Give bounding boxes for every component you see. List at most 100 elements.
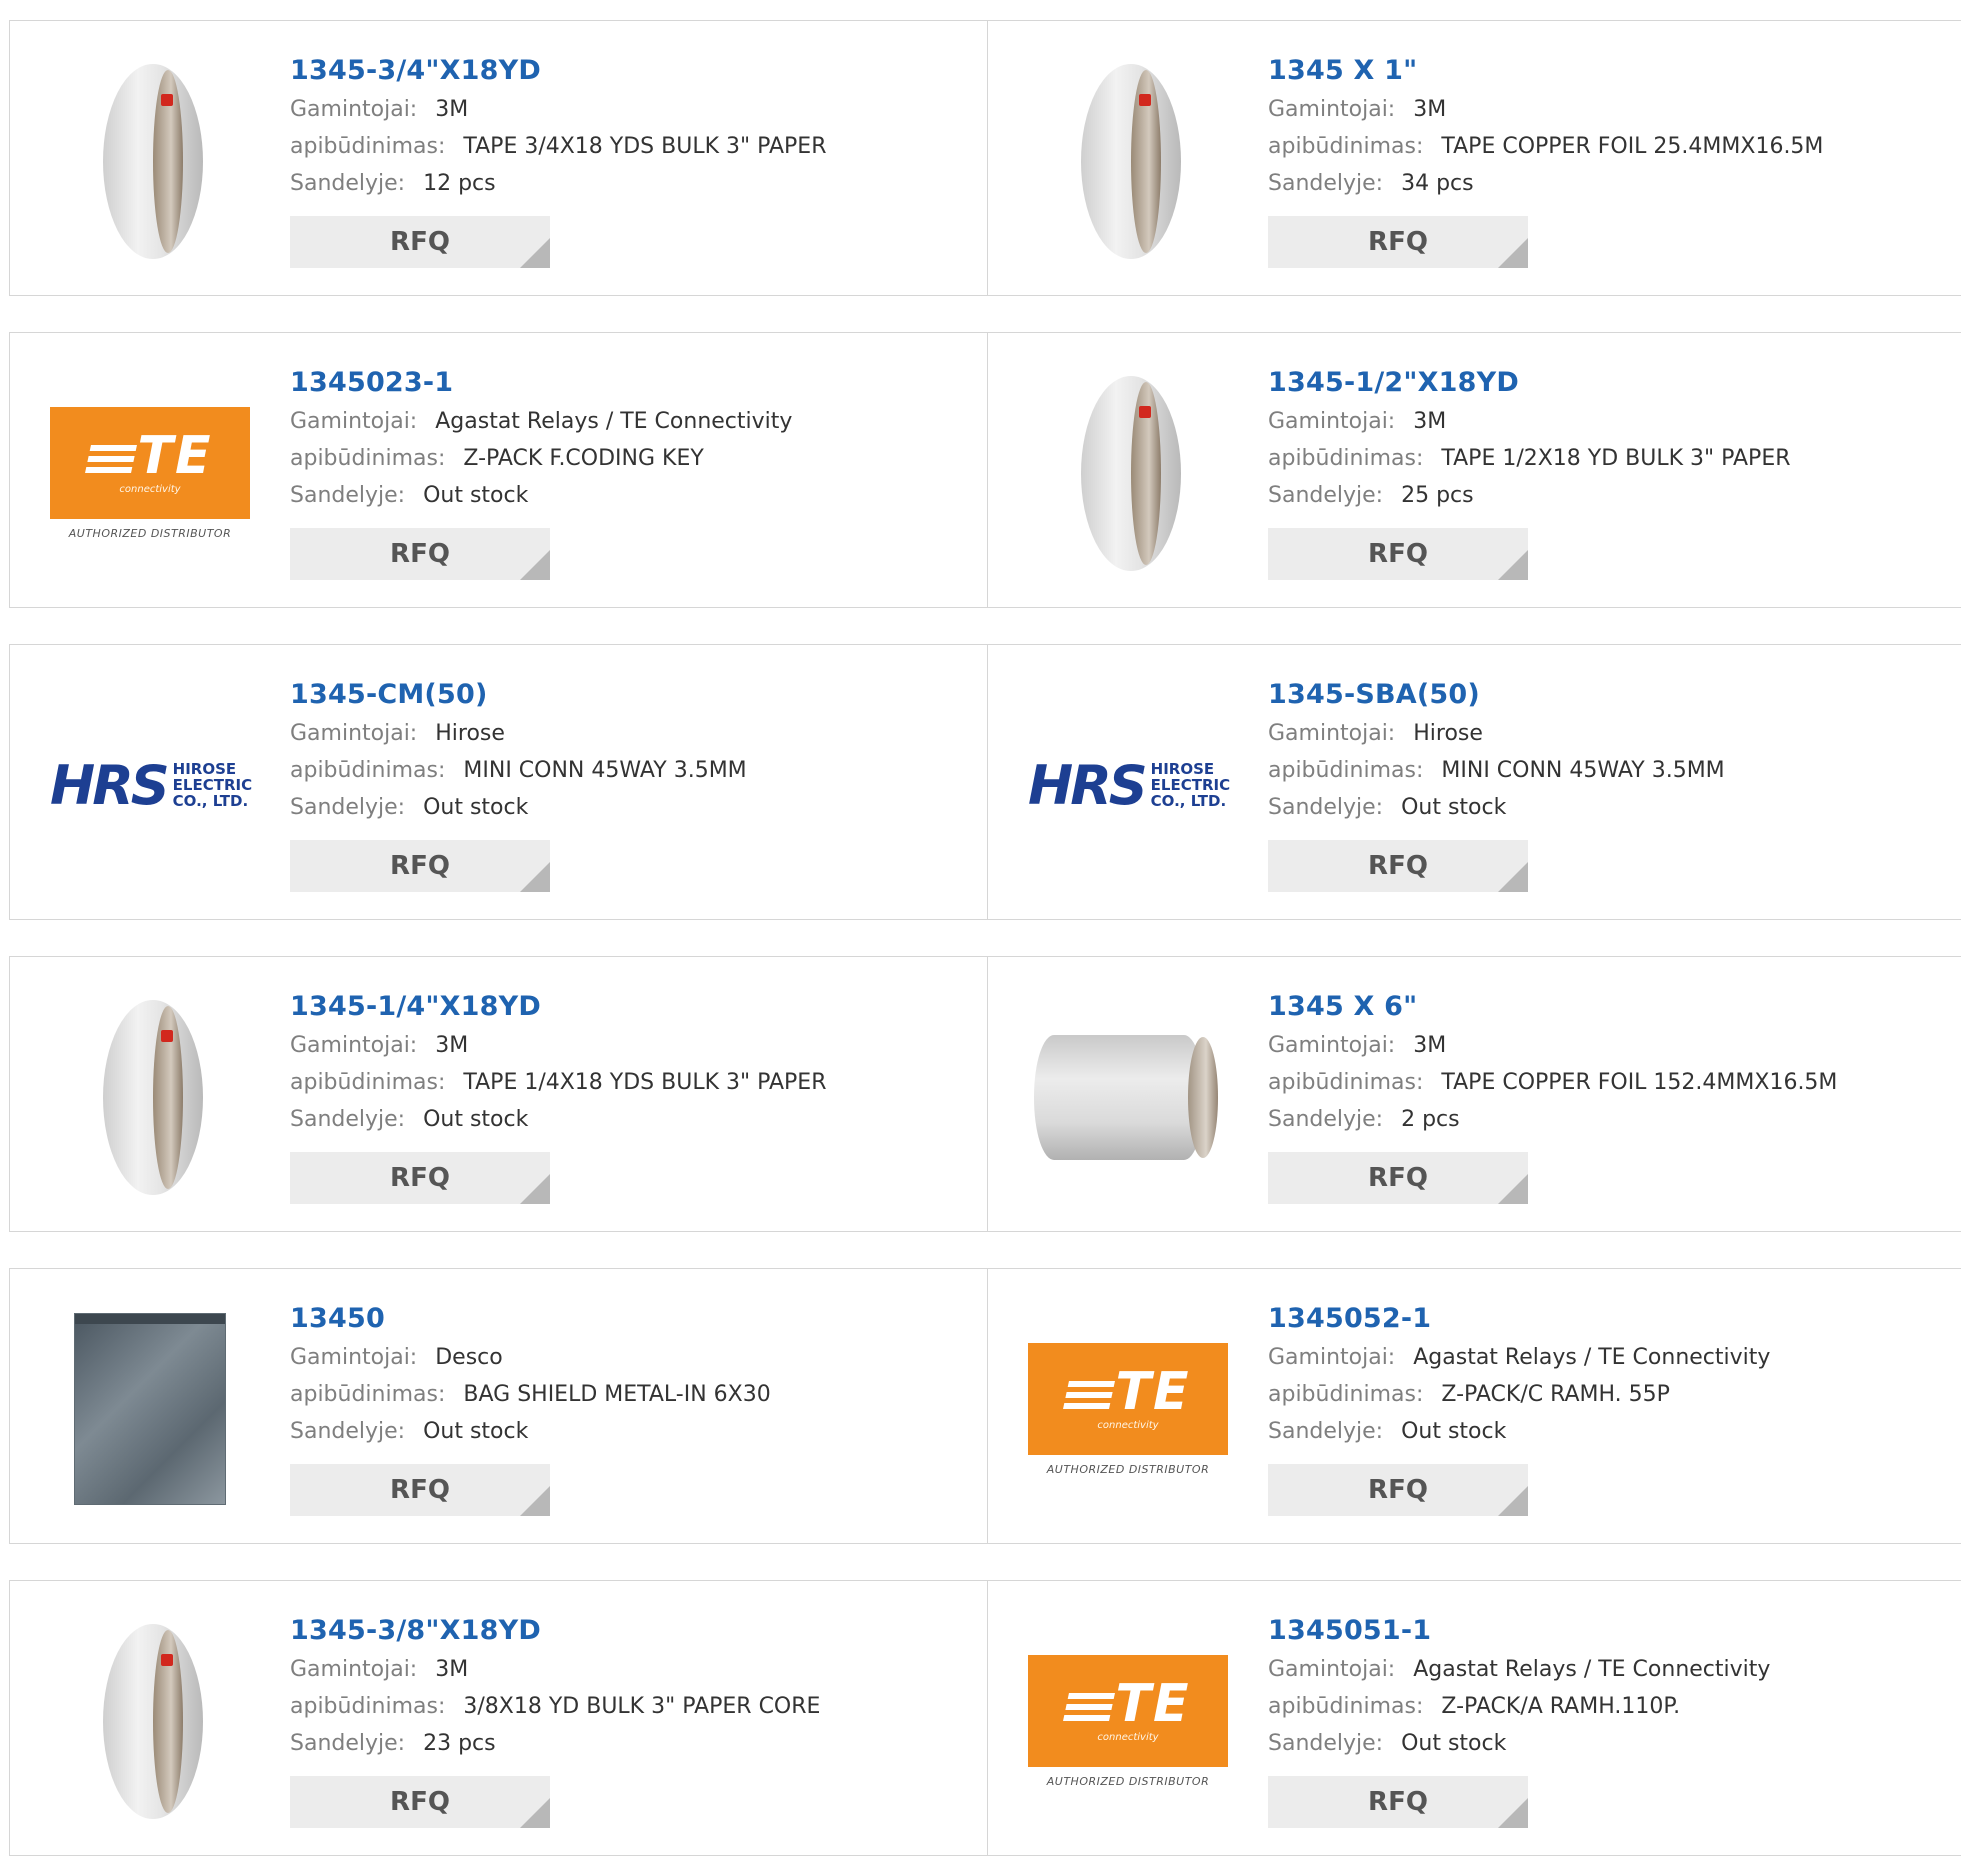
product-info: 1345-1/4"X18YD Gamintojai: 3M apibūdinimas:… bbox=[290, 987, 826, 1204]
product-card: HRS HIROSE ELECTRIC CO., LTD. 1345-CM(50) Gam… bbox=[9, 644, 989, 920]
product-card: TE connectivity AUTHORIZED DISTRIBUTOR 1345… bbox=[987, 1268, 1961, 1544]
manufacturer-value: Desco bbox=[435, 1345, 503, 1370]
product-card: TE connectivity AUTHORIZED DISTRIBUTOR 1345… bbox=[9, 332, 989, 608]
description-row: apibūdinimas: TAPE 1/2X18 YD BULK 3" PAPE… bbox=[1268, 440, 1791, 477]
product-image[interactable] bbox=[50, 61, 250, 261]
stock-label: Sandelyje: bbox=[290, 171, 406, 196]
product-image[interactable]: HRS HIROSE ELECTRIC CO., LTD. bbox=[1028, 685, 1231, 885]
part-number-link[interactable]: 1345051-1 bbox=[1268, 1611, 1770, 1651]
stock-label: Sandelyje: bbox=[1268, 1419, 1384, 1444]
rfq-button[interactable]: RFQ bbox=[1268, 528, 1528, 580]
product-image[interactable] bbox=[50, 1621, 250, 1821]
part-number-link[interactable]: 1345-SBA(50) bbox=[1268, 675, 1725, 715]
rfq-button[interactable]: RFQ bbox=[1268, 840, 1528, 892]
part-number-link[interactable]: 1345-1/4"X18YD bbox=[290, 987, 826, 1027]
manufacturer-label: Gamintojai: bbox=[290, 721, 418, 746]
rfq-button[interactable]: RFQ bbox=[290, 216, 550, 268]
stock-row: Sandelyje: 23 pcs bbox=[290, 1725, 820, 1762]
rfq-button[interactable]: RFQ bbox=[1268, 216, 1528, 268]
stock-value: 12 pcs bbox=[423, 171, 496, 196]
product-info: 1345023-1 Gamintojai: Agastat Relays / TE … bbox=[290, 363, 792, 580]
manufacturer-label: Gamintojai: bbox=[290, 1033, 418, 1058]
description-row: apibūdinimas: Z-PACK F.CODING KEY bbox=[290, 440, 792, 477]
stock-label: Sandelyje: bbox=[1268, 1731, 1384, 1756]
te-logo: TE connectivity AUTHORIZED DISTRIBUTOR bbox=[1028, 1342, 1228, 1476]
stock-value: Out stock bbox=[423, 483, 529, 508]
hrs-logo: HRS HIROSE ELECTRIC CO., LTD. bbox=[1028, 753, 1231, 817]
manufacturer-value: Agastat Relays / TE Connectivity bbox=[435, 409, 793, 434]
part-number-link[interactable]: 1345-3/8"X18YD bbox=[290, 1611, 820, 1651]
tape-roll-icon bbox=[1073, 63, 1183, 259]
product-card: HRS HIROSE ELECTRIC CO., LTD. 1345-SBA(50) Ga… bbox=[987, 644, 1961, 920]
description-row: apibūdinimas: BAG SHIELD METAL-IN 6X30 bbox=[290, 1376, 771, 1413]
product-card: 1345 X 1" Gamintojai: 3M apibūdinimas: TAPE … bbox=[987, 20, 1961, 296]
rfq-button[interactable]: RFQ bbox=[290, 1152, 550, 1204]
product-image[interactable] bbox=[50, 1309, 250, 1509]
manufacturer-row: Gamintojai: 3M bbox=[290, 1027, 826, 1064]
product-image[interactable]: TE connectivity AUTHORIZED DISTRIBUTOR bbox=[50, 373, 250, 573]
stock-value: Out stock bbox=[1401, 795, 1507, 820]
rfq-button[interactable]: RFQ bbox=[1268, 1464, 1528, 1516]
rfq-button[interactable]: RFQ bbox=[290, 1464, 550, 1516]
description-value: TAPE 1/4X18 YDS BULK 3" PAPER bbox=[463, 1070, 827, 1095]
product-image[interactable]: TE connectivity AUTHORIZED DISTRIBUTOR bbox=[1028, 1621, 1228, 1821]
part-number-link[interactable]: 1345 X 1" bbox=[1268, 51, 1823, 91]
rfq-button[interactable]: RFQ bbox=[1268, 1152, 1528, 1204]
stock-label: Sandelyje: bbox=[290, 795, 406, 820]
part-number-link[interactable]: 13450 bbox=[290, 1299, 771, 1339]
product-info: 1345051-1 Gamintojai: Agastat Relays / TE … bbox=[1268, 1611, 1770, 1828]
part-number-link[interactable]: 1345-3/4"X18YD bbox=[290, 51, 826, 91]
product-image[interactable]: TE connectivity AUTHORIZED DISTRIBUTOR bbox=[1028, 1309, 1228, 1509]
part-number-link[interactable]: 1345023-1 bbox=[290, 363, 792, 403]
description-label: apibūdinimas: bbox=[1268, 1694, 1424, 1719]
part-number-link[interactable]: 1345-1/2"X18YD bbox=[1268, 363, 1791, 403]
description-row: apibūdinimas: TAPE COPPER FOIL 152.4MMX16… bbox=[1268, 1064, 1837, 1101]
rfq-button[interactable]: RFQ bbox=[290, 1776, 550, 1828]
stock-row: Sandelyje: 2 pcs bbox=[1268, 1101, 1837, 1138]
product-image[interactable] bbox=[1028, 997, 1228, 1197]
manufacturer-value: 3M bbox=[1413, 1033, 1447, 1058]
description-row: apibūdinimas: TAPE 3/4X18 YDS BULK 3" PAP… bbox=[290, 128, 826, 165]
stock-row: Sandelyje: Out stock bbox=[290, 1101, 826, 1138]
product-image[interactable] bbox=[1028, 61, 1228, 261]
manufacturer-label: Gamintojai: bbox=[1268, 721, 1396, 746]
manufacturer-row: Gamintojai: 3M bbox=[1268, 91, 1823, 128]
rfq-button[interactable]: RFQ bbox=[290, 840, 550, 892]
product-info: 1345052-1 Gamintojai: Agastat Relays / TE … bbox=[1268, 1299, 1770, 1516]
shield-bag-icon bbox=[74, 1313, 226, 1505]
manufacturer-row: Gamintojai: Hirose bbox=[290, 715, 747, 752]
product-card: 1345-1/4"X18YD Gamintojai: 3M apibūdinimas:… bbox=[9, 956, 989, 1232]
stock-label: Sandelyje: bbox=[290, 483, 406, 508]
hrs-logo: HRS HIROSE ELECTRIC CO., LTD. bbox=[50, 753, 253, 817]
product-grid: 1345-3/4"X18YD Gamintojai: 3M apibūdinimas:… bbox=[0, 0, 1961, 1856]
manufacturer-label: Gamintojai: bbox=[1268, 97, 1396, 122]
product-card: 1345-3/4"X18YD Gamintojai: 3M apibūdinimas:… bbox=[9, 20, 989, 296]
product-image[interactable] bbox=[1028, 373, 1228, 573]
product-image[interactable]: HRS HIROSE ELECTRIC CO., LTD. bbox=[50, 685, 253, 885]
product-info: 1345-1/2"X18YD Gamintojai: 3M apibūdinimas:… bbox=[1268, 363, 1791, 580]
rfq-button[interactable]: RFQ bbox=[290, 528, 550, 580]
description-row: apibūdinimas: Z-PACK/C RAMH. 55P bbox=[1268, 1376, 1770, 1413]
stock-value: Out stock bbox=[423, 1107, 529, 1132]
stock-label: Sandelyje: bbox=[1268, 1107, 1384, 1132]
tape-roll-icon bbox=[95, 1623, 205, 1819]
product-card: 1345-3/8"X18YD Gamintojai: 3M apibūdinimas:… bbox=[9, 1580, 989, 1856]
stock-row: Sandelyje: Out stock bbox=[290, 789, 747, 826]
rfq-button[interactable]: RFQ bbox=[1268, 1776, 1528, 1828]
manufacturer-row: Gamintojai: 3M bbox=[1268, 403, 1791, 440]
manufacturer-label: Gamintojai: bbox=[1268, 1345, 1396, 1370]
stock-label: Sandelyje: bbox=[1268, 171, 1384, 196]
wide-tape-icon bbox=[1028, 1034, 1228, 1160]
part-number-link[interactable]: 1345 X 6" bbox=[1268, 987, 1837, 1027]
product-image[interactable] bbox=[50, 997, 250, 1197]
part-number-link[interactable]: 1345052-1 bbox=[1268, 1299, 1770, 1339]
part-number-link[interactable]: 1345-CM(50) bbox=[290, 675, 747, 715]
stock-label: Sandelyje: bbox=[290, 1419, 406, 1444]
description-row: apibūdinimas: TAPE COPPER FOIL 25.4MMX16.… bbox=[1268, 128, 1823, 165]
description-value: MINI CONN 45WAY 3.5MM bbox=[463, 758, 747, 783]
manufacturer-value: 3M bbox=[435, 1033, 469, 1058]
description-value: Z-PACK/A RAMH.110P. bbox=[1441, 1694, 1681, 1719]
manufacturer-row: Gamintojai: Agastat Relays / TE Connectiv… bbox=[1268, 1339, 1770, 1376]
stock-value: Out stock bbox=[423, 1419, 529, 1444]
description-label: apibūdinimas: bbox=[1268, 1382, 1424, 1407]
